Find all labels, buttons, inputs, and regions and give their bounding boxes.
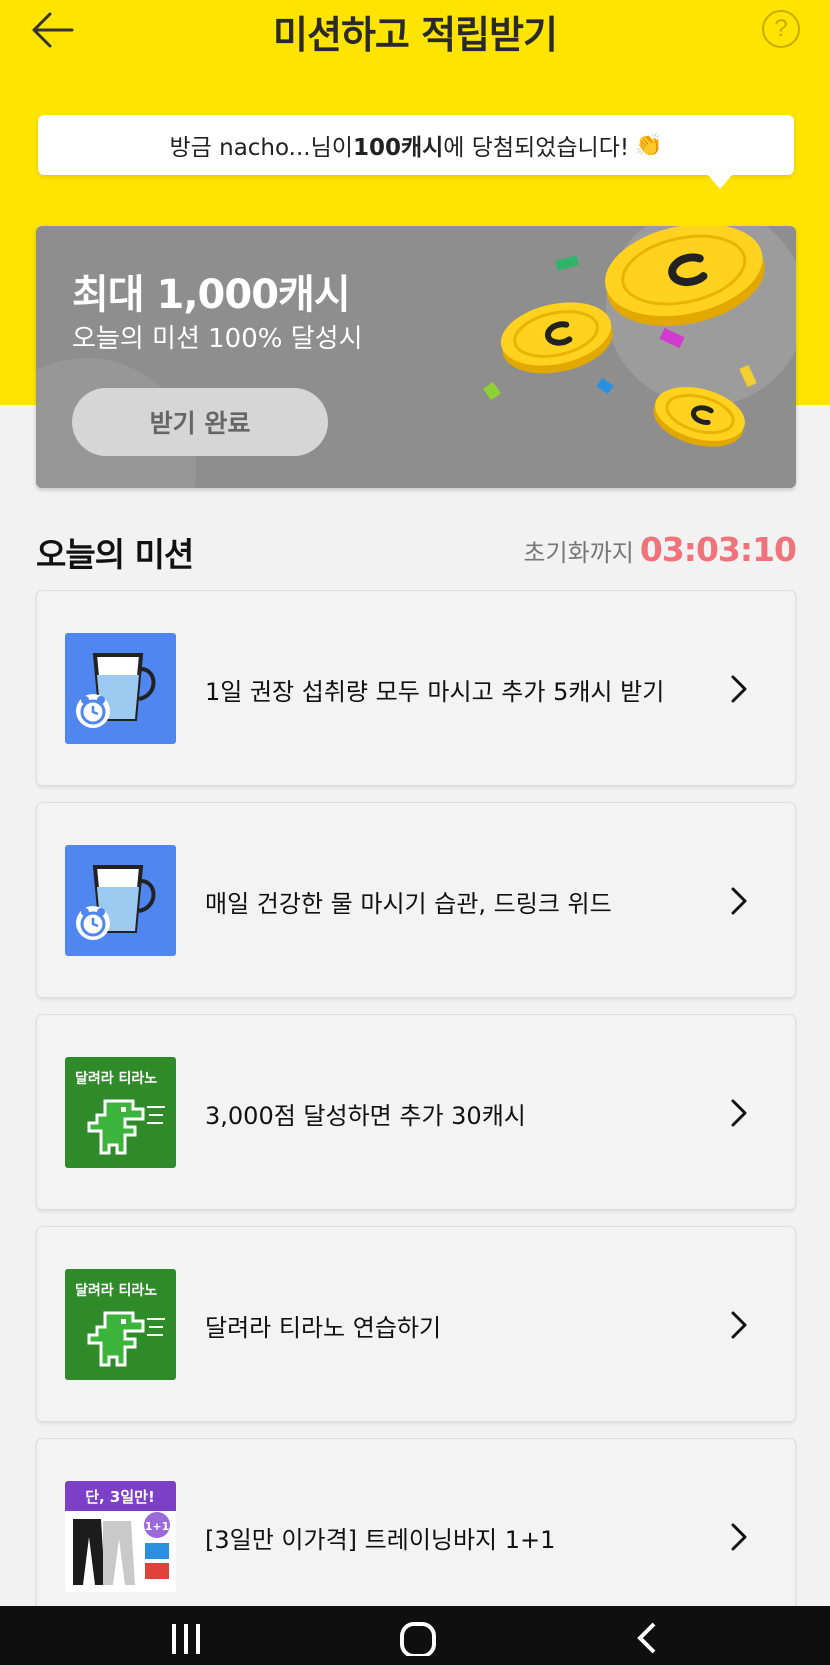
thumb-badge: 1+1 <box>145 1520 170 1533</box>
dino-game-icon: 달려라 티라노 <box>65 1057 176 1168</box>
recent-apps-icon[interactable] <box>168 1616 204 1656</box>
dino-game-icon: 달려라 티라노 <box>65 1269 176 1380</box>
reset-timer: 초기화까지 03:03:10 <box>523 530 797 569</box>
chevron-right-icon <box>731 1311 747 1339</box>
mission-card[interactable]: 달려라 티라노 3,000점 달성하면 추가 30캐시 <box>36 1014 796 1210</box>
mission-section-header: 오늘의 미션 초기화까지 03:03:10 <box>36 528 797 574</box>
toast-prefix: 방금 nacho...님이 <box>169 135 353 161</box>
system-nav-bar <box>0 1606 830 1665</box>
mission-label: 3,000점 달성하면 추가 30캐시 <box>205 1101 526 1130</box>
thumb-text: 달려라 티라노 <box>75 1282 157 1299</box>
chevron-right-icon <box>731 1523 747 1551</box>
training-pants-icon: 단, 3일만! 1+1 <box>65 1481 176 1592</box>
mission-card[interactable]: 매일 건강한 물 마시기 습관, 드링크 위드 <box>36 802 796 998</box>
banner-title: 최대 1,000캐시 <box>72 272 351 318</box>
toast-suffix: 에 당첨되었습니다! <box>443 135 630 161</box>
mission-card[interactable]: 달려라 티라노 달려라 티라노 연습하기 <box>36 1226 796 1422</box>
thumb-text: 달려라 티라노 <box>75 1070 157 1087</box>
section-title: 오늘의 미션 <box>36 535 194 574</box>
mission-card[interactable]: 1일 권장 섭취량 모두 마시고 추가 5캐시 받기 <box>36 590 796 786</box>
system-back-icon[interactable] <box>632 1616 662 1656</box>
home-icon[interactable] <box>398 1616 438 1656</box>
mission-label: 매일 건강한 물 마시기 습관, 드링크 위드 <box>205 889 612 918</box>
help-button[interactable]: ? <box>762 10 800 48</box>
claim-complete-button[interactable]: 받기 완료 <box>72 388 328 456</box>
mission-label: 달려라 티라노 연습하기 <box>205 1313 442 1342</box>
toast-amount: 100캐시 <box>352 135 444 161</box>
question-icon: ? <box>774 15 788 42</box>
app-header: 미션하고 적립받기 ? <box>0 0 830 60</box>
chevron-right-icon <box>731 887 747 915</box>
reward-banner: 최대 1,000캐시 오늘의 미션 100% 달성시 받기 완료 <box>36 226 796 488</box>
winner-toast: 방금 nacho...님이 100캐시 에 당첨되었습니다! 👏 <box>38 115 794 189</box>
chevron-right-icon <box>731 1099 747 1127</box>
water-cup-icon <box>65 633 176 744</box>
reset-countdown: 03:03:10 <box>639 530 797 569</box>
coins-icon <box>483 226 765 447</box>
mission-card[interactable]: 단, 3일만! 1+1 [3일만 이가격] 트레이닝바지 1+1 <box>36 1438 796 1634</box>
thumb-text: 단, 3일만! <box>85 1488 155 1506</box>
chevron-right-icon <box>731 675 747 703</box>
reset-label: 초기화까지 <box>523 539 634 567</box>
banner-subtitle: 오늘의 미션 100% 달성시 <box>72 324 363 354</box>
page-title: 미션하고 적립받기 <box>273 13 558 57</box>
toast-tail <box>708 175 732 189</box>
clap-icon: 👏 <box>635 132 663 158</box>
mission-label: 1일 권장 섭취량 모두 마시고 추가 5캐시 받기 <box>205 677 665 706</box>
water-cup-icon <box>65 845 176 956</box>
